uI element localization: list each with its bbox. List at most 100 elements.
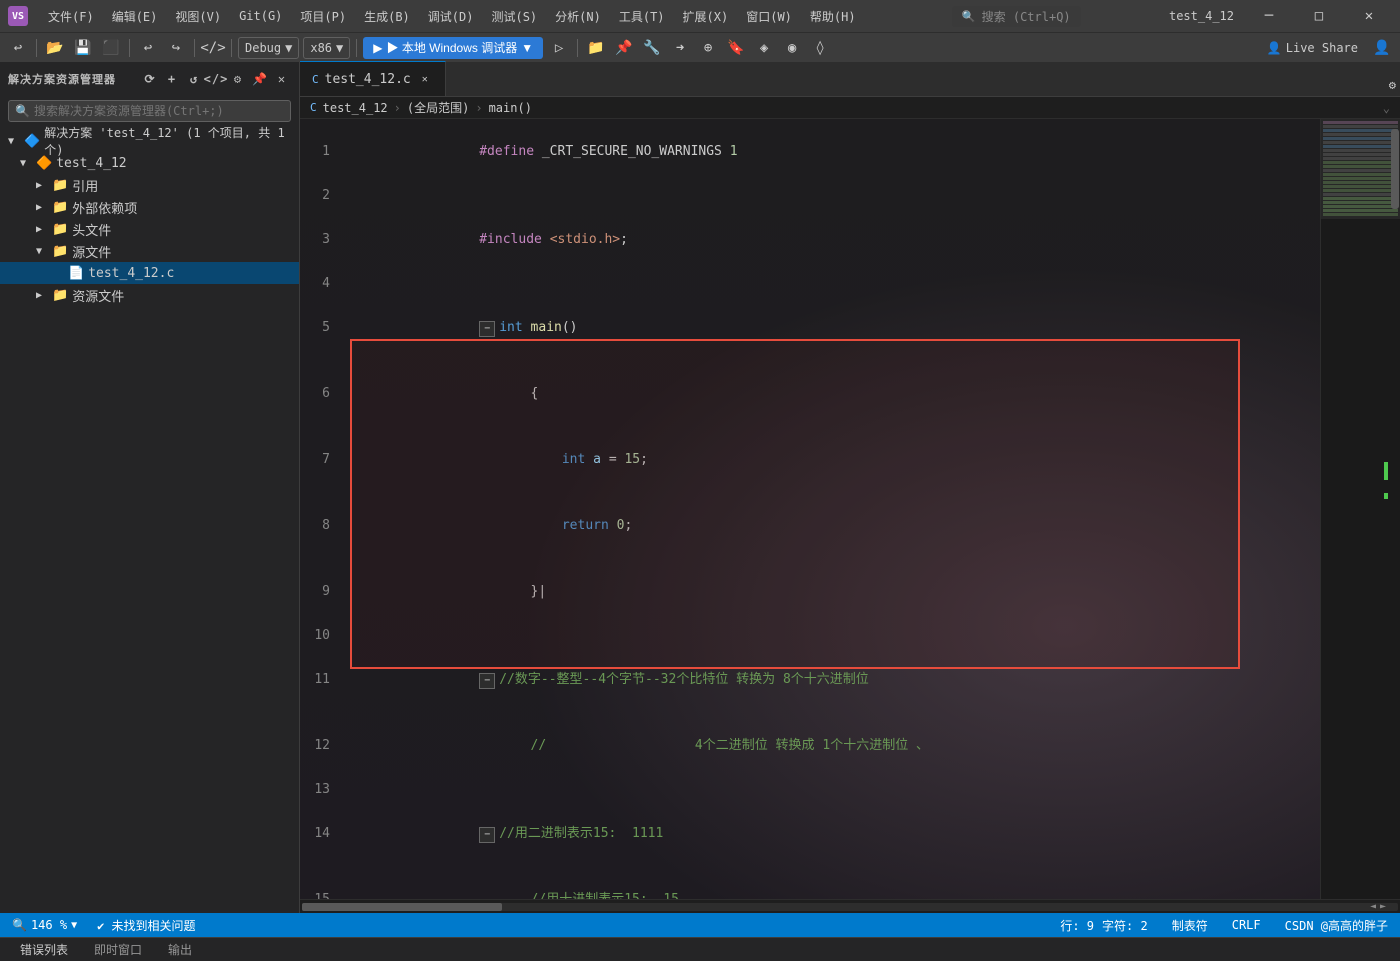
scrollbar-track[interactable] [1390, 119, 1400, 899]
status-line-info[interactable]: 行: 9 字符: 2 [1056, 915, 1151, 936]
tab-bar: C test_4_12.c ✕ ⚙ [300, 62, 1400, 97]
tab-close-btn[interactable]: ✕ [417, 71, 433, 87]
status-encoding[interactable]: 制表符 [1168, 915, 1212, 936]
sidebar-item-references[interactable]: ▶ 📁 引用 [0, 174, 299, 196]
status-zoom[interactable]: 🔍 146 % ▼ [8, 916, 81, 934]
menu-build[interactable]: 生成(B) [356, 6, 418, 27]
status-no-issues[interactable]: ✔ 未找到相关问题 [93, 915, 199, 936]
sidebar-item-main-file[interactable]: 📄 test_4_12.c [0, 262, 299, 284]
sidebar-item-resources[interactable]: ▶ 📁 资源文件 [0, 284, 299, 306]
collapse-14[interactable]: − [479, 827, 495, 843]
sidebar-item-external-deps[interactable]: ▶ 📁 外部依赖项 [0, 196, 299, 218]
menu-debug[interactable]: 调试(D) [420, 6, 482, 27]
toolbar-save-btn[interactable]: 💾 [71, 36, 95, 60]
menu-project[interactable]: 项目(P) [292, 6, 354, 27]
project-item[interactable]: ▼ 🔶 test_4_12 [0, 152, 299, 174]
toolbar-run-nobg[interactable]: ▷ [547, 36, 571, 60]
breadcrumb-func[interactable]: main() [489, 101, 532, 115]
toolbar-cursor-btn[interactable]: ➜ [668, 36, 692, 60]
menu-window[interactable]: 窗口(W) [738, 6, 800, 27]
editor-tab-main[interactable]: C test_4_12.c ✕ [300, 61, 446, 96]
sidebar-sync-btn[interactable]: ⟳ [141, 70, 159, 88]
sidebar-refresh-btn[interactable]: ↺ [185, 70, 203, 88]
headers-icon: 📁 [52, 222, 68, 237]
minimap-area [1320, 119, 1400, 899]
zoom-expand-icon: ▼ [71, 920, 77, 931]
close-button[interactable]: ✕ [1346, 0, 1392, 32]
separator-6 [577, 39, 578, 57]
menu-analyze[interactable]: 分析(N) [547, 6, 609, 27]
toolbar-more-btn[interactable]: ⊕ [696, 36, 720, 60]
scroll-right-icon[interactable]: ► [1380, 901, 1386, 912]
sidebar-item-headers[interactable]: ▶ 📁 头文件 [0, 218, 299, 240]
maximize-button[interactable]: □ [1296, 0, 1342, 32]
menu-git[interactable]: Git(G) [231, 7, 290, 25]
sidebar-settings-btn[interactable]: ⚙ [229, 70, 247, 88]
tab-file-icon: C [312, 73, 319, 86]
line-content-5: −int main() [350, 295, 1320, 361]
collapse-11[interactable]: − [479, 673, 495, 689]
toolbar-back-btn[interactable]: ↩ [6, 36, 30, 60]
settings-gear-icon: ⚙ [1389, 78, 1396, 92]
breadcrumb-scope[interactable]: (全局范围) [407, 99, 469, 116]
solution-search-box[interactable]: 🔍 [8, 100, 291, 122]
solution-search-input[interactable] [34, 104, 284, 118]
menu-view[interactable]: 视图(V) [167, 6, 229, 27]
code-scroll-area[interactable]: 1 #define _CRT_SECURE_NO_WARNINGS 1 2 [300, 119, 1320, 899]
sidebar-item-source[interactable]: ▼ 📁 源文件 [0, 240, 299, 262]
toolbar-redo-btn[interactable]: ↪ [164, 36, 188, 60]
line-num-1: 1 [300, 141, 350, 163]
sidebar-add-btn[interactable]: + [163, 70, 181, 88]
menu-extensions[interactable]: 扩展(X) [675, 6, 737, 27]
toolbar-pin-btn[interactable]: 📌 [612, 36, 636, 60]
code-line-15: 15 //用十进制表示15: 15 [300, 867, 1320, 899]
line-num-6: 6 [300, 383, 350, 405]
sidebar-pin-btn[interactable]: 📌 [251, 70, 269, 88]
tab-errors[interactable]: 错误列表 [8, 938, 80, 961]
scrollbar-thumb[interactable] [1391, 129, 1399, 209]
menu-file[interactable]: 文件(F) [40, 6, 102, 27]
toolbar-bookmark3-btn[interactable]: ◉ [780, 36, 804, 60]
editor-settings-icon[interactable]: ⚙ [1385, 74, 1400, 96]
scroll-left-icon[interactable]: ◄ [1370, 901, 1376, 912]
window-title: 🔍 搜索 (Ctrl+Q) [864, 6, 1169, 27]
minimize-button[interactable]: ─ [1246, 0, 1292, 32]
toolbar-folder-btn[interactable]: 📁 [584, 36, 608, 60]
h-scrollbar-thumb[interactable] [302, 903, 502, 911]
toolbar-undo-btn[interactable]: ↩ [136, 36, 160, 60]
tab-immediate[interactable]: 即时窗口 [82, 938, 154, 961]
menu-help[interactable]: 帮助(H) [802, 6, 864, 27]
line-info-text: 行: 9 [1060, 917, 1094, 934]
debug-config-dropdown[interactable]: Debug ▼ [238, 37, 299, 59]
toolbar-bookmark-btn[interactable]: 🔖 [724, 36, 748, 60]
line-num-13: 13 [300, 779, 350, 801]
toolbar-source-btn[interactable]: </> [201, 36, 225, 60]
line-content-15: //用十进制表示15: 15 [350, 867, 1320, 899]
toolbar-save-all-btn[interactable]: ⬛ [99, 36, 123, 60]
horizontal-scrollbar[interactable]: ◄ ► [300, 899, 1400, 913]
toolbar-debug2-btn[interactable]: 🔧 [640, 36, 664, 60]
sidebar-code-btn[interactable]: </> [207, 70, 225, 88]
code-area[interactable]: 1 #define _CRT_SECURE_NO_WARNINGS 1 2 [300, 119, 1320, 899]
tab-output[interactable]: 输出 [156, 938, 204, 961]
live-share-button[interactable]: 👤 Live Share [1259, 39, 1366, 57]
line-content-7: int a = 15; [350, 427, 1320, 493]
toolbar-open-btn[interactable]: 📂 [43, 36, 67, 60]
line-ending-text: CRLF [1232, 918, 1261, 932]
toolbar-person-btn[interactable]: 👤 [1370, 36, 1394, 60]
zoom-level: 146 % [31, 918, 67, 932]
status-line-ending[interactable]: CRLF [1228, 916, 1265, 934]
toolbar-bookmark2-btn[interactable]: ◈ [752, 36, 776, 60]
menu-tools[interactable]: 工具(T) [611, 6, 673, 27]
run-debugger-button[interactable]: ▶ ▶ 本地 Windows 调试器 ▼ [363, 37, 543, 59]
menu-test[interactable]: 测试(S) [483, 6, 545, 27]
breadcrumb-file[interactable]: test_4_12 [323, 101, 388, 115]
platform-dropdown[interactable]: x86 ▼ [303, 37, 350, 59]
collapse-5[interactable]: − [479, 321, 495, 337]
vs-logo: VS [8, 6, 28, 26]
line-content-14: −//用二进制表示15: 1111 [350, 801, 1320, 867]
sidebar-close-btn[interactable]: ✕ [273, 70, 291, 88]
solution-root[interactable]: ▼ 🔷 解决方案 'test_4_12' (1 个项目, 共 1 个) [0, 130, 299, 152]
toolbar-bookmark4-btn[interactable]: ◊ [808, 36, 832, 60]
menu-edit[interactable]: 编辑(E) [104, 6, 166, 27]
